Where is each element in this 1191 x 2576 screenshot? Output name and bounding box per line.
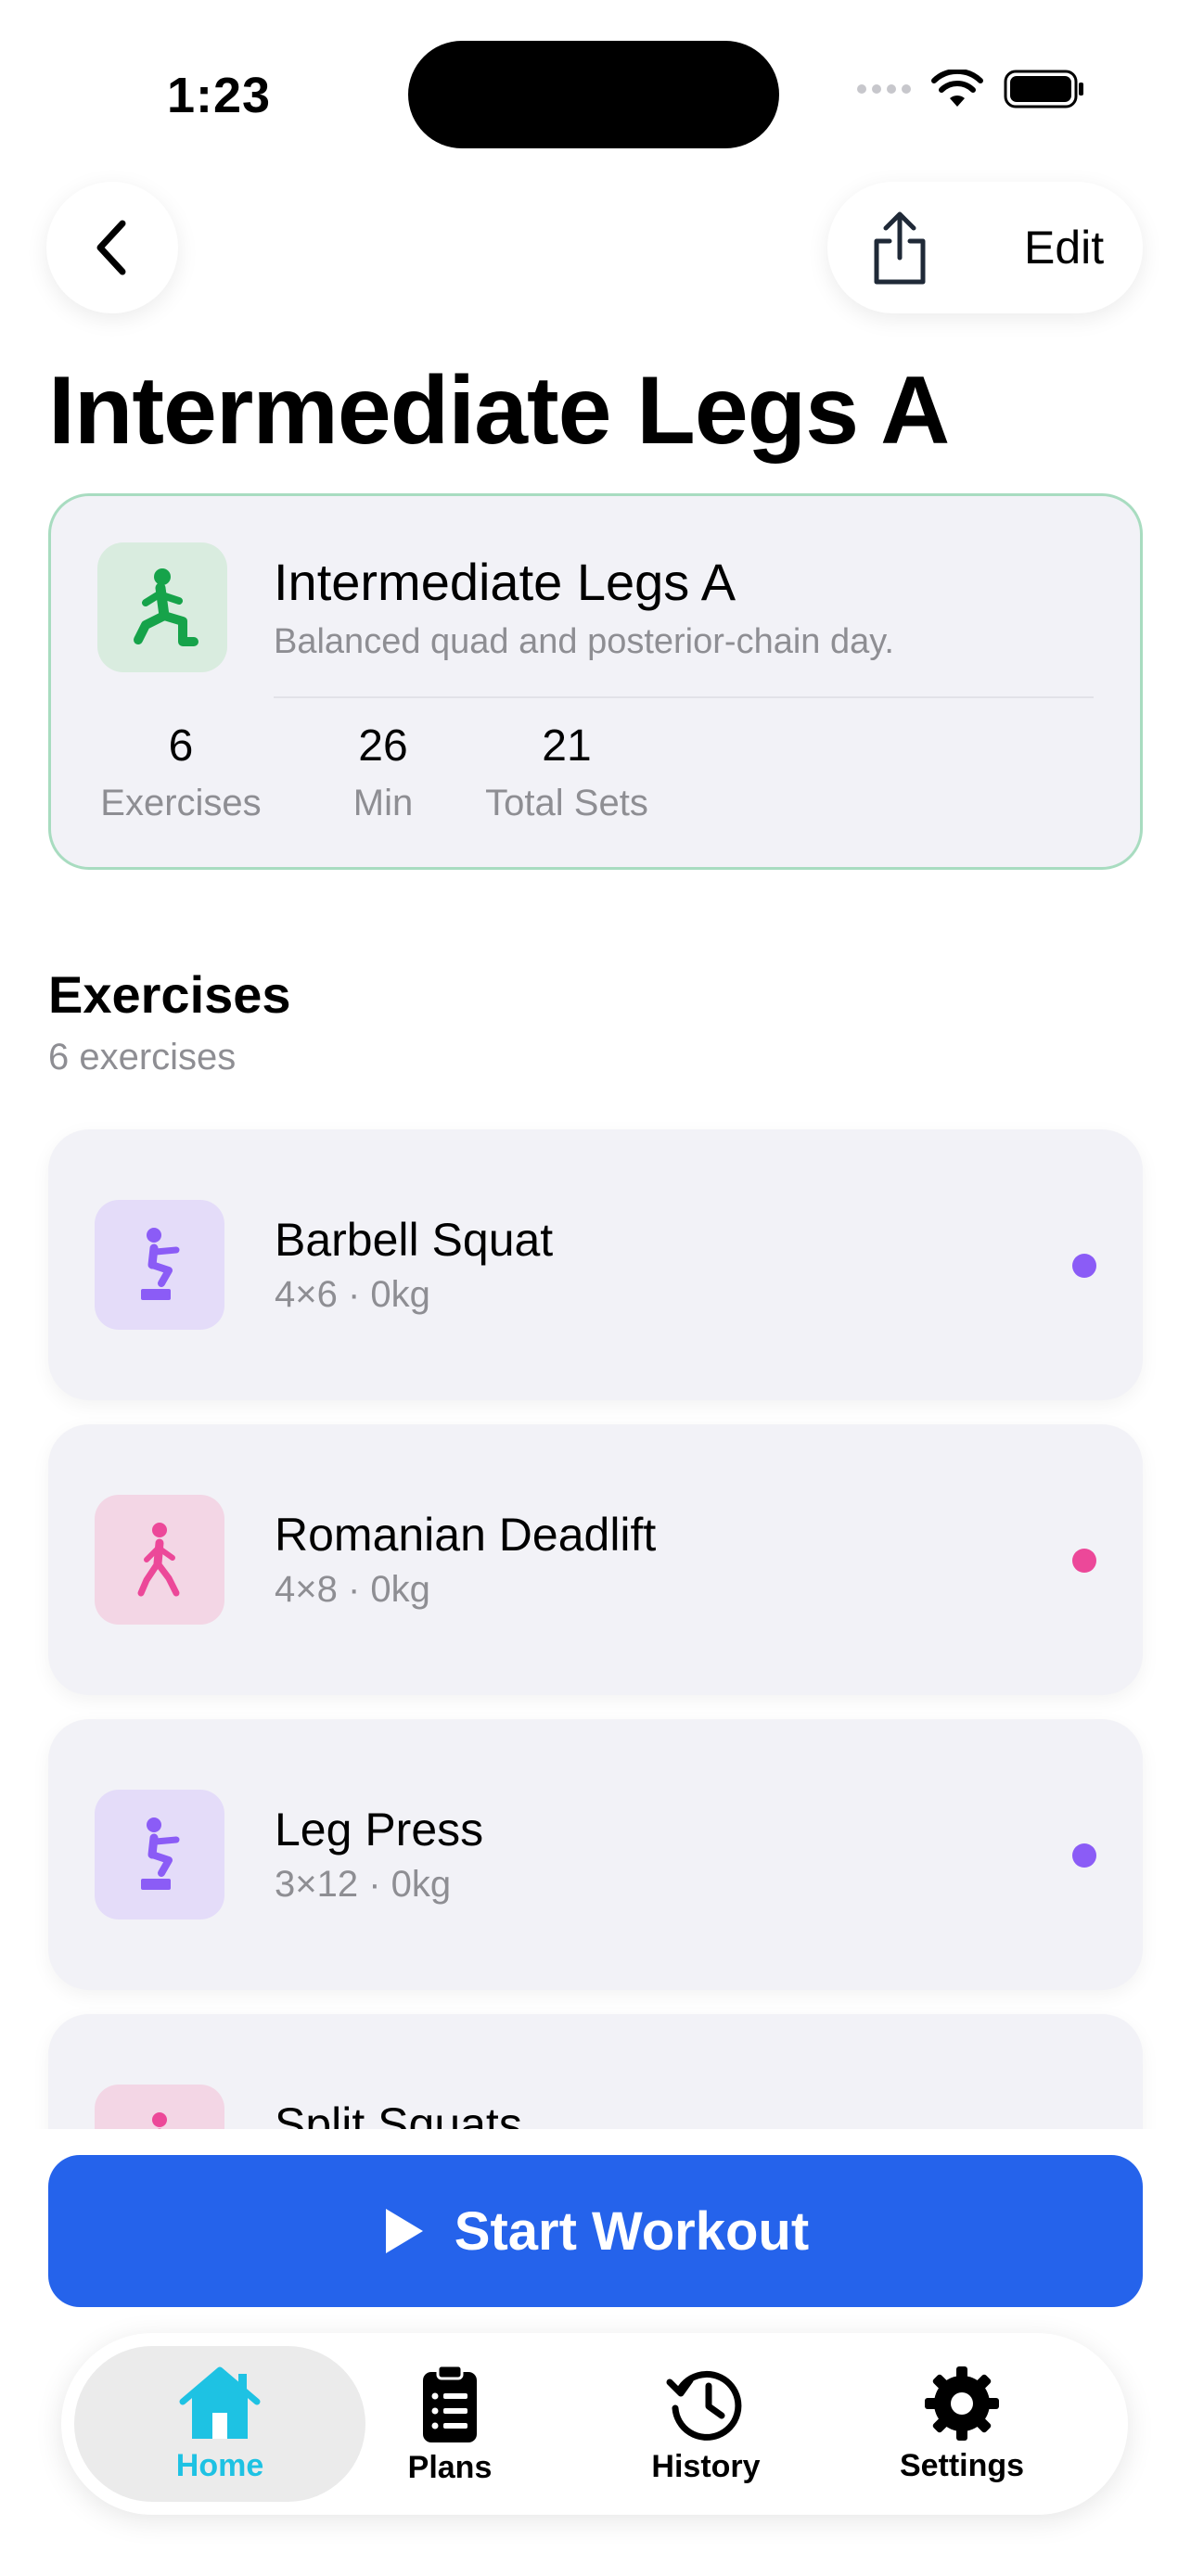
exercises-section-title: Exercises — [48, 965, 291, 1024]
stat-total-sets: 21 Total Sets — [474, 721, 660, 824]
stat-minutes: 26 Min — [327, 721, 439, 824]
tab-home[interactable]: Home — [74, 2346, 365, 2502]
workout-summary-card: Intermediate Legs A Balanced quad and po… — [48, 493, 1143, 870]
divider — [274, 696, 1094, 698]
stat-label: Total Sets — [485, 783, 648, 823]
stat-value: 26 — [358, 721, 408, 771]
history-clock-icon — [666, 2370, 742, 2441]
share-icon — [874, 211, 926, 285]
exercises-count: 6 exercises — [48, 1037, 237, 1078]
status-time: 1:23 — [167, 68, 272, 123]
walking-figure-icon — [137, 1523, 180, 1597]
cellular-signal-icon — [857, 84, 911, 94]
play-icon — [385, 2209, 423, 2253]
lunge-icon — [152, 2112, 167, 2129]
summary-icon-tile — [97, 542, 227, 672]
summary-title: Intermediate Legs A — [274, 553, 736, 611]
tab-label: Settings — [899, 2447, 1025, 2483]
stat-value: 6 — [168, 721, 194, 771]
exercise-detail: 4×8 · 0kg — [275, 1569, 430, 1610]
exercise-name: Barbell Squat — [275, 1214, 554, 1266]
exercise-row-split-squats[interactable]: Split Squats — [48, 2014, 1143, 2129]
tab-settings[interactable]: Settings — [837, 2346, 1087, 2502]
share-button[interactable] — [861, 210, 939, 287]
exercise-name: Split Squats — [275, 2098, 522, 2129]
exercise-icon-tile — [95, 1495, 224, 1625]
tab-label: Home — [175, 2447, 264, 2483]
wifi-icon — [931, 70, 983, 107]
back-button[interactable] — [46, 182, 178, 313]
chevron-left-icon — [96, 220, 126, 275]
tab-plans[interactable]: Plans — [325, 2346, 575, 2502]
stat-label: Min — [352, 783, 414, 823]
status-icons — [857, 69, 1085, 109]
category-dot — [1072, 1843, 1096, 1868]
tab-label: History — [651, 2448, 761, 2484]
stat-label: Exercises — [100, 783, 262, 823]
lunge-figure-icon — [134, 568, 198, 646]
category-dot — [1072, 1254, 1096, 1278]
exercise-row-leg-press[interactable]: Leg Press 3×12 · 0kg — [48, 1719, 1143, 1990]
tab-bar: Home Plans History Settings — [61, 2333, 1128, 2515]
start-workout-button[interactable]: Start Workout — [48, 2155, 1143, 2307]
dynamic-island — [408, 41, 779, 148]
category-dot — [1072, 1549, 1096, 1573]
exercise-list[interactable]: Barbell Squat 4×6 · 0kg Romanian Deadlif… — [0, 1113, 1191, 2129]
exercise-name: Romanian Deadlift — [275, 1509, 657, 1561]
exercise-row-barbell-squat[interactable]: Barbell Squat 4×6 · 0kg — [48, 1129, 1143, 1400]
exercise-icon-tile — [95, 1200, 224, 1330]
start-workout-label: Start Workout — [454, 2200, 810, 2262]
header-actions: Edit — [827, 182, 1143, 313]
stat-value: 21 — [542, 721, 592, 771]
tab-history[interactable]: History — [581, 2346, 831, 2502]
exercise-icon-tile — [95, 1790, 224, 1919]
battery-icon — [1004, 70, 1083, 108]
squat-icon — [141, 1817, 180, 1890]
summary-description: Balanced quad and posterior-chain day. — [274, 622, 894, 661]
page-title: Intermediate Legs A — [48, 357, 950, 465]
tab-label: Plans — [407, 2449, 493, 2485]
exercise-name: Leg Press — [275, 1804, 484, 1855]
house-icon — [179, 2366, 261, 2439]
edit-button[interactable]: Edit — [1024, 221, 1104, 274]
clipboard-list-icon — [423, 2364, 477, 2442]
exercise-detail: 3×12 · 0kg — [275, 1864, 452, 1905]
exercise-icon-tile — [95, 2085, 224, 2129]
stat-exercises: 6 Exercises — [97, 721, 264, 824]
exercise-detail: 4×6 · 0kg — [275, 1274, 430, 1315]
squat-icon — [141, 1228, 180, 1300]
gear-icon — [925, 2366, 999, 2441]
exercise-row-romanian-deadlift[interactable]: Romanian Deadlift 4×8 · 0kg — [48, 1424, 1143, 1695]
